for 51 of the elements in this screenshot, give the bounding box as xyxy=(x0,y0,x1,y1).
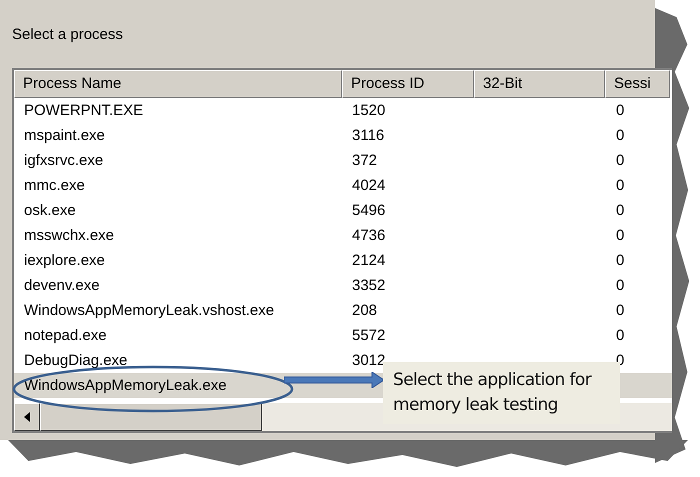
process-row[interactable]: devenv.exe 3352 0 xyxy=(14,273,672,298)
scroll-left-button[interactable] xyxy=(14,403,40,431)
process-row[interactable]: mmc.exe 4024 0 xyxy=(14,173,672,198)
table-cell: 3012 xyxy=(352,352,386,369)
table-cell: 0 xyxy=(616,302,624,319)
table-cell: POWERPNT.EXE xyxy=(24,102,144,119)
table-cell: 3352 xyxy=(352,277,386,294)
column-header[interactable]: Sessi xyxy=(605,70,670,98)
process-row[interactable]: POWERPNT.EXE 1520 0 xyxy=(14,98,672,123)
table-cell: notepad.exe xyxy=(24,327,107,344)
table-cell: 372 xyxy=(352,152,378,169)
table-cell: 0 xyxy=(616,252,624,269)
table-cell: 208 xyxy=(352,302,378,319)
column-header[interactable]: 32-Bit xyxy=(474,70,605,98)
table-cell: 0 xyxy=(616,277,624,294)
table-cell: msswchx.exe xyxy=(24,227,114,244)
table-cell: 0 xyxy=(616,177,624,194)
table-cell: 4736 xyxy=(352,227,386,244)
table-cell: 0 xyxy=(616,227,624,244)
table-cell: WindowsAppMemoryLeak.vshost.exe xyxy=(24,302,274,319)
table-cell: igfxsrvc.exe xyxy=(24,152,104,169)
table-cell: DebugDiag.exe xyxy=(24,352,128,369)
dialog-heading: Select a process xyxy=(12,26,124,45)
process-row[interactable]: osk.exe 5496 0 xyxy=(14,198,672,223)
scroll-thumb[interactable] xyxy=(40,403,262,431)
table-cell: 0 xyxy=(616,127,624,144)
table-cell: 0 xyxy=(616,152,624,169)
table-cell: 1520 xyxy=(352,102,386,119)
table-cell: 0 xyxy=(616,327,624,344)
process-row[interactable]: msswchx.exe 4736 0 xyxy=(14,223,672,248)
left-arrow-icon xyxy=(24,412,30,422)
table-cell: devenv.exe xyxy=(24,277,100,294)
process-row[interactable]: mspaint.exe 3116 0 xyxy=(14,123,672,148)
process-row[interactable]: iexplore.exe 2124 0 xyxy=(14,248,672,273)
table-cell: 4024 xyxy=(352,177,386,194)
table-cell: 3116 xyxy=(352,127,384,144)
table-cell: iexplore.exe xyxy=(24,252,105,269)
table-cell: 5572 xyxy=(352,327,386,344)
table-cell: 0 xyxy=(616,202,624,219)
column-header[interactable]: Process Name xyxy=(14,70,342,98)
process-row[interactable]: WindowsAppMemoryLeak.vshost.exe 208 0 xyxy=(14,298,672,323)
table-cell: osk.exe xyxy=(24,202,76,219)
table-cell: mmc.exe xyxy=(24,177,85,194)
process-row[interactable]: notepad.exe 5572 0 xyxy=(14,323,672,348)
table-cell: 2124 xyxy=(352,252,386,269)
column-header[interactable]: Process ID xyxy=(342,70,474,98)
table-cell: 5496 xyxy=(352,202,386,219)
process-row[interactable]: igfxsrvc.exe 372 0 xyxy=(14,148,672,173)
table-cell: 0 xyxy=(616,102,624,119)
table-cell: mspaint.exe xyxy=(24,127,105,144)
table-cell: WindowsAppMemoryLeak.exe xyxy=(24,377,227,394)
